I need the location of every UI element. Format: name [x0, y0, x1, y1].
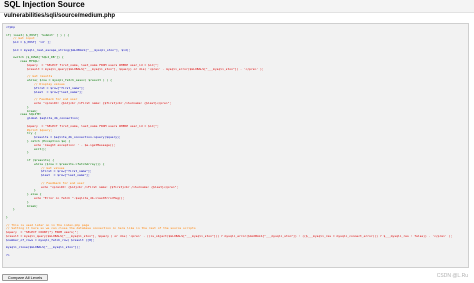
- source-code-box: <?php if( isset( $_POST[ 'Submit' ] ) ) {…: [2, 23, 469, 268]
- code-line: }: [13, 207, 15, 212]
- compare-all-levels-button[interactable]: Compare All Levels: [2, 274, 48, 281]
- code-line: $number_of_rows = mysqli_fetch_row( $res…: [6, 237, 95, 242]
- code-line: echo "Error in fetch ".$sqlite_db->lastE…: [34, 196, 125, 200]
- code-line: exit();: [34, 146, 47, 151]
- watermark: CSDN @L.Ru: [436, 273, 468, 279]
- code-line: $last = $row["last_name"];: [41, 173, 90, 178]
- code-line: }: [27, 150, 29, 155]
- code-line: }: [6, 215, 8, 219]
- code-line: <?php: [6, 25, 16, 29]
- code-line: $result = mysqli_query($GLOBALS["___mysq…: [27, 66, 264, 71]
- code-lines: <?php if( isset( $_POST[ 'Submit' ] ) ) {…: [3, 24, 468, 267]
- file-path: vulnerabilities/sqli/source/medium.php: [4, 13, 116, 19]
- code-line: echo "<pre>ID: {$id}<br />First name: {$…: [41, 184, 179, 189]
- code-line: echo "<pre>ID: {$id}<br />First name: {$…: [34, 101, 172, 105]
- code-line: $id = mysqli_real_escape_string($GLOBALS…: [13, 47, 131, 52]
- code-line: $last = $row["last_name"];: [34, 89, 83, 94]
- code-line: global $sqlite_db_connection;: [27, 116, 80, 121]
- code-line: break;: [27, 203, 38, 208]
- code-line: mysqli_close($GLOBALS["___mysqli_ston"])…: [6, 245, 81, 250]
- code-line: ?>: [6, 253, 10, 257]
- code-line: $id = $_POST[ 'id' ];: [13, 40, 51, 45]
- page-title: SQL Injection Source: [4, 0, 85, 9]
